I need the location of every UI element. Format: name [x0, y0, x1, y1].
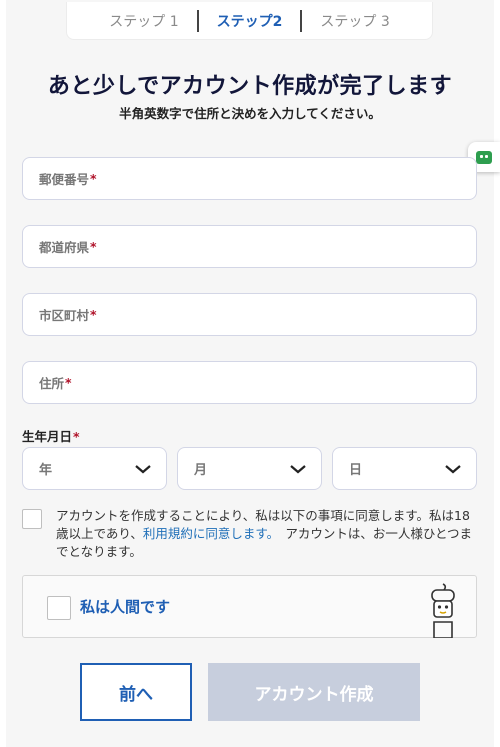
- page-title: あと少しでアカウント作成が完了します: [47, 74, 453, 99]
- month-select[interactable]: 月: [177, 447, 322, 490]
- stepper: ステップ 1 ステップ2 ステップ 3: [66, 2, 433, 40]
- address-field[interactable]: 住所 *: [22, 361, 477, 404]
- step-2-active: ステップ2: [216, 13, 283, 30]
- terms-link[interactable]: 利用規約に同意します。: [143, 526, 273, 541]
- captcha-checkbox[interactable]: [47, 596, 71, 620]
- postal-code-label: 郵便番号: [39, 172, 90, 187]
- required-mark: *: [90, 307, 97, 322]
- day-select[interactable]: 日: [332, 447, 477, 490]
- create-account-button[interactable]: アカウント作成: [208, 663, 420, 721]
- chevron-down-icon: [290, 464, 306, 473]
- step-3: ステップ 3: [320, 13, 390, 30]
- prefecture-label: 都道府県: [39, 240, 90, 255]
- page-subtitle: 半角英数字で住所と決めを入力してください。: [119, 106, 381, 121]
- chatbot-icon: [476, 150, 492, 164]
- required-mark: *: [90, 239, 97, 254]
- step-1: ステップ 1: [109, 13, 179, 30]
- required-mark: *: [90, 171, 97, 186]
- back-button[interactable]: 前へ: [80, 663, 192, 721]
- birthdate-label: 生年月日*: [22, 426, 80, 445]
- captcha-label: 私は人間です: [80, 598, 171, 616]
- year-select-value: 年: [39, 463, 53, 478]
- city-label: 市区町村: [39, 308, 90, 323]
- required-mark: *: [65, 375, 72, 390]
- year-select[interactable]: 年: [22, 447, 167, 490]
- captcha-box: 私は人間です: [22, 575, 477, 638]
- prefecture-field[interactable]: 都道府県 *: [22, 225, 477, 268]
- terms-checkbox[interactable]: [22, 509, 42, 529]
- captcha-robot-icon: [431, 583, 455, 638]
- postal-code-field[interactable]: 郵便番号 *: [22, 157, 477, 200]
- month-select-value: 月: [194, 463, 208, 478]
- chevron-down-icon: [135, 464, 151, 473]
- required-mark: *: [73, 429, 80, 444]
- birthdate-label-text: 生年月日: [22, 429, 73, 444]
- address-label: 住所: [39, 376, 65, 391]
- city-field[interactable]: 市区町村 *: [22, 293, 477, 336]
- day-select-value: 日: [349, 463, 363, 478]
- chevron-down-icon: [445, 464, 461, 473]
- terms-text: アカウントを作成することにより、私は以下の事項に同意します。私は18歳以上であり…: [56, 507, 481, 561]
